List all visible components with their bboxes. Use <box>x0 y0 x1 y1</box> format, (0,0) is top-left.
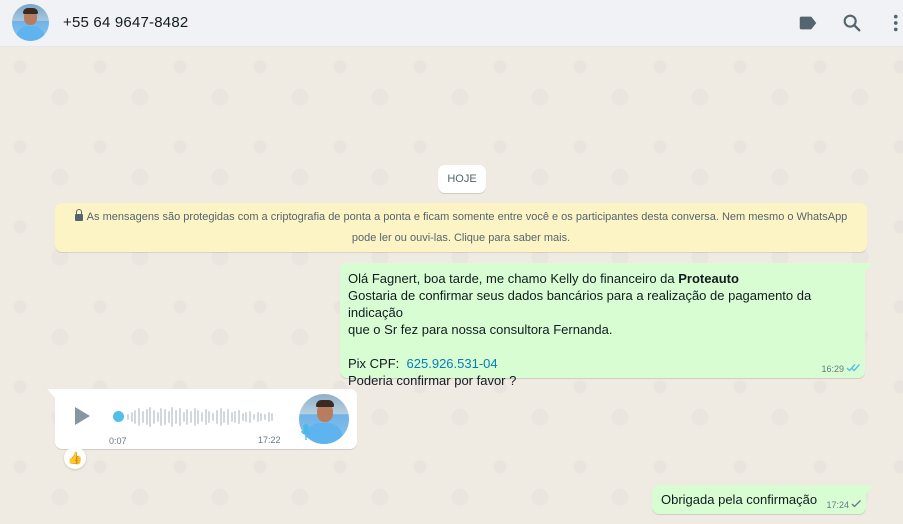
waveform-bar <box>208 411 211 423</box>
waveform-bar <box>219 408 222 426</box>
outgoing-message[interactable]: Obrigada pela confirmação 17:24 <box>652 485 874 514</box>
waveform-bar <box>260 413 263 421</box>
message-text: Obrigada pela confirmação <box>661 492 818 507</box>
microphone-icon <box>301 424 311 440</box>
encryption-notice[interactable]: As mensagens são protegidas com a cripto… <box>55 203 867 252</box>
lock-icon <box>74 209 83 221</box>
waveform-bar <box>204 409 207 425</box>
waveform-bar <box>134 410 137 424</box>
waveform-bar <box>178 408 181 426</box>
waveform-bar <box>152 410 155 424</box>
message-bold-text: Proteauto <box>678 271 739 286</box>
search-icon[interactable] <box>841 12 863 34</box>
waveform-bar <box>138 408 141 426</box>
waveform-bar <box>164 409 166 425</box>
waveform-bar <box>141 411 144 423</box>
waveform-bar <box>252 414 255 420</box>
waveform-bar <box>197 410 200 424</box>
waveform-bar <box>238 410 240 424</box>
play-icon[interactable] <box>75 407 90 425</box>
double-check-read-icon <box>846 364 860 372</box>
waveform-bar <box>130 412 133 422</box>
waveform-bar <box>127 414 129 420</box>
waveform-bar <box>226 409 229 425</box>
waveform-bar <box>182 412 185 422</box>
waveform-bar <box>186 409 189 425</box>
contact-avatar[interactable] <box>12 4 49 41</box>
more-vertical-icon[interactable] <box>885 12 901 34</box>
message-time: 16:29 <box>821 364 844 374</box>
message-text: Olá Fagnert, boa tarde, me chamo Kelly d… <box>348 271 679 286</box>
encryption-notice-line1: As mensagens são protegidas com a cripto… <box>86 211 848 223</box>
waveform-bar <box>267 412 270 422</box>
outgoing-message[interactable]: Olá Fagnert, boa tarde, me chamo Kelly d… <box>340 263 873 388</box>
waveform-bar <box>263 414 266 420</box>
waveform-bar <box>245 412 248 422</box>
pix-label: Pix CPF: <box>348 356 400 371</box>
voice-duration: 0:07 <box>109 436 127 446</box>
waveform-bar <box>167 411 170 423</box>
waveform-bar <box>145 409 148 425</box>
waveform-bar <box>171 407 174 427</box>
waveform-bar <box>256 412 259 422</box>
waveform-bar <box>249 411 252 423</box>
waveform-bar <box>241 413 244 421</box>
contact-name[interactable]: +55 64 9647-8482 <box>63 14 188 31</box>
waveform-bar <box>212 413 215 421</box>
waveform-bar <box>160 408 163 426</box>
waveform-bar <box>193 408 196 426</box>
message-time: 17:24 <box>826 500 849 510</box>
waveform-bar <box>223 411 226 423</box>
message-text: Poderia confirmar por favor ? <box>348 373 517 388</box>
incoming-voice-message[interactable]: 0:07 17:22 <box>47 389 357 449</box>
waveform-bar <box>189 411 192 423</box>
waveform-bar <box>156 412 159 422</box>
waveform-bar <box>215 410 218 424</box>
chat-header: +55 64 9647-8482 <box>0 0 903 47</box>
message-time: 17:22 <box>258 435 281 445</box>
day-divider: HOJE <box>438 165 486 193</box>
label-icon[interactable] <box>797 12 819 34</box>
waveform-bar <box>149 407 152 427</box>
voice-waveform[interactable] <box>127 406 277 428</box>
message-text: que o Sr fez para nossa consultora Ferna… <box>348 322 613 337</box>
single-check-icon <box>851 500 861 508</box>
waveform-bar <box>175 410 178 424</box>
encryption-notice-line2: pode ler ou ouvi-las. Clique para saber … <box>351 232 571 244</box>
message-text: Gostaria de confirmar seus dados bancári… <box>348 288 812 320</box>
playback-slider-thumb[interactable] <box>113 411 124 422</box>
pix-value-link[interactable]: 625.926.531-04 <box>407 356 498 371</box>
waveform-bar <box>234 411 237 423</box>
waveform-bar <box>271 413 274 421</box>
waveform-bar <box>201 412 203 422</box>
waveform-bar <box>230 412 233 422</box>
reaction-thumbs-up[interactable]: 👍 <box>64 447 86 469</box>
